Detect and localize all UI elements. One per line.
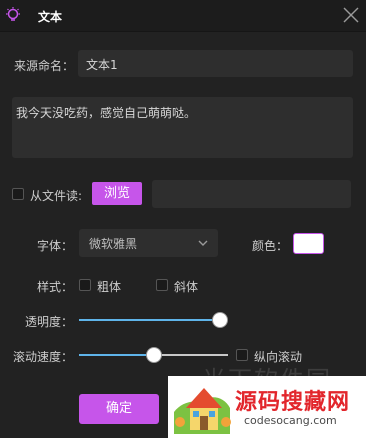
- window-title: 文本: [38, 10, 63, 24]
- watermark-url: codesocang.com: [244, 414, 337, 427]
- scroll-speed-label: 滚动速度：: [13, 350, 74, 364]
- opacity-slider-thumb[interactable]: [212, 312, 228, 328]
- color-picker[interactable]: [293, 233, 324, 254]
- opacity-label: 透明度：: [25, 315, 74, 329]
- scroll-speed-slider-track: [153, 354, 228, 356]
- bold-checkbox[interactable]: [79, 279, 91, 291]
- scroll-speed-slider-thumb[interactable]: [145, 347, 162, 363]
- from-file-label: 从文件读:: [30, 189, 83, 203]
- source-name-label: 来源命名：: [14, 59, 75, 73]
- italic-checkbox[interactable]: [156, 279, 168, 291]
- browse-button[interactable]: 浏览: [92, 182, 142, 205]
- text-source-dialog: 文本 来源命名： 文本1 我今天没吃药，感觉自己萌萌哒。 从文件读: 浏览 字体…: [0, 0, 366, 438]
- color-label: 颜色：: [252, 239, 289, 253]
- scroll-speed-slider-fill: [79, 354, 154, 356]
- from-file-checkbox[interactable]: [12, 188, 24, 200]
- title-bar: 文本: [0, 0, 366, 32]
- italic-label: 斜体: [174, 280, 199, 294]
- ok-button[interactable]: 确定: [79, 394, 159, 424]
- file-path-input[interactable]: [152, 180, 351, 208]
- lightbulb-icon: [6, 7, 20, 21]
- font-select[interactable]: 微软雅黑: [79, 229, 218, 257]
- opacity-slider-fill: [79, 319, 220, 321]
- font-label: 字体：: [37, 239, 74, 253]
- style-label: 样式：: [37, 280, 74, 294]
- source-name-input[interactable]: 文本1: [78, 50, 353, 77]
- chevron-down-icon: [198, 240, 208, 246]
- bold-label: 粗体: [97, 280, 122, 294]
- house-logo-icon: [174, 388, 231, 434]
- watermark-brand-text: 源码搜藏网: [235, 390, 351, 415]
- close-icon[interactable]: [342, 6, 360, 24]
- text-content-input[interactable]: 我今天没吃药，感觉自己萌萌哒。: [12, 97, 353, 158]
- font-select-value: 微软雅黑: [89, 237, 138, 251]
